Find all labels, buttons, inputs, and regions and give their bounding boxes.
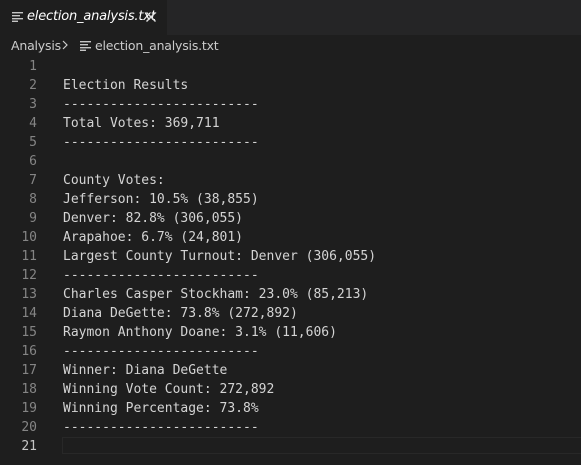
line-number: 9	[29, 211, 37, 226]
line-number: 16	[21, 344, 37, 359]
line-number: 12	[21, 268, 37, 283]
line-number: 15	[21, 325, 37, 340]
line-number: 14	[21, 306, 37, 321]
line-text: -------------------------	[63, 344, 259, 359]
editor-line[interactable]: 5 -------------------------	[0, 133, 581, 152]
line-number: 18	[21, 382, 37, 397]
line-text: -------------------------	[63, 97, 259, 112]
tab-label: election_analysis.txt	[27, 9, 156, 24]
line-text: Election Results	[63, 78, 189, 93]
editor-line[interactable]: 1	[0, 57, 581, 76]
editor-line[interactable]: 10 Arapahoe: 6.7% (24,801)	[0, 228, 581, 247]
editor-line[interactable]: 11 Largest County Turnout: Denver (306,05…	[0, 247, 581, 266]
editor-line[interactable]: 4 Total Votes: 369,711	[0, 114, 581, 133]
line-number: 7	[29, 173, 37, 188]
editor-line[interactable]: 6	[0, 152, 581, 171]
line-number: 4	[29, 116, 37, 131]
line-text: Total Votes: 369,711	[63, 116, 220, 131]
line-number: 17	[21, 363, 37, 378]
editor-line[interactable]: 20 -------------------------	[0, 418, 581, 437]
current-line-highlight	[62, 437, 581, 454]
editor-line[interactable]: 15 Raymon Anthony Doane: 3.1% (11,606)	[0, 323, 581, 342]
editor-line[interactable]: 17 Winner: Diana DeGette	[0, 361, 581, 380]
line-text: Arapahoe: 6.7% (24,801)	[63, 230, 244, 245]
breadcrumb-folder[interactable]: Analysis	[11, 38, 61, 53]
line-number: 5	[29, 135, 37, 150]
line-number: 20	[21, 420, 37, 435]
text-file-icon	[80, 41, 91, 51]
line-text: -------------------------	[63, 135, 259, 150]
line-text: Winning Percentage: 73.8%	[63, 401, 259, 416]
line-text: -------------------------	[63, 420, 259, 435]
editor-line[interactable]: 12 -------------------------	[0, 266, 581, 285]
chevron-right-icon	[62, 40, 68, 50]
line-number: 10	[21, 230, 37, 245]
editor-line[interactable]: 14 Diana DeGette: 73.8% (272,892)	[0, 304, 581, 323]
editor-line[interactable]: 18 Winning Vote Count: 272,892	[0, 380, 581, 399]
tab-election-analysis[interactable]: election_analysis.txt	[0, 0, 167, 35]
line-number: 13	[21, 287, 37, 302]
line-number: 2	[29, 78, 37, 93]
tab-bar: election_analysis.txt	[0, 0, 581, 35]
editor-line[interactable]: 7 County Votes:	[0, 171, 581, 190]
breadcrumb: Analysis election_analysis.txt	[0, 35, 581, 57]
line-number: 6	[29, 154, 37, 169]
line-text: Raymon Anthony Doane: 3.1% (11,606)	[63, 325, 337, 340]
breadcrumb-file[interactable]: election_analysis.txt	[95, 38, 219, 53]
editor-line[interactable]: 21	[0, 437, 581, 456]
line-text: Winner: Diana DeGette	[63, 363, 228, 378]
editor-line[interactable]: 16 -------------------------	[0, 342, 581, 361]
line-text: -------------------------	[63, 268, 259, 283]
editor-line[interactable]: 9 Denver: 82.8% (306,055)	[0, 209, 581, 228]
line-text: Denver: 82.8% (306,055)	[63, 211, 244, 226]
text-file-icon	[12, 12, 23, 22]
line-number: 19	[21, 401, 37, 416]
line-text: Charles Casper Stockham: 23.0% (85,213)	[63, 287, 369, 302]
editor-line[interactable]: 2 Election Results	[0, 76, 581, 95]
line-text: County Votes:	[63, 173, 165, 188]
line-number: 21	[21, 439, 37, 454]
close-icon[interactable]	[144, 10, 158, 24]
line-text: Jefferson: 10.5% (38,855)	[63, 192, 259, 207]
line-text: Winning Vote Count: 272,892	[63, 382, 275, 397]
line-number: 1	[29, 59, 37, 74]
line-text: Diana DeGette: 73.8% (272,892)	[63, 306, 298, 321]
line-number: 11	[21, 249, 37, 264]
line-text: Largest County Turnout: Denver (306,055)	[63, 249, 377, 264]
line-number: 3	[29, 97, 37, 112]
editor-line[interactable]: 8 Jefferson: 10.5% (38,855)	[0, 190, 581, 209]
editor-line[interactable]: 3 -------------------------	[0, 95, 581, 114]
editor-line[interactable]: 19 Winning Percentage: 73.8%	[0, 399, 581, 418]
line-number: 8	[29, 192, 37, 207]
editor-line[interactable]: 13 Charles Casper Stockham: 23.0% (85,213…	[0, 285, 581, 304]
text-editor[interactable]: 1 2 Election Results 3 ---------------------…	[0, 57, 581, 465]
